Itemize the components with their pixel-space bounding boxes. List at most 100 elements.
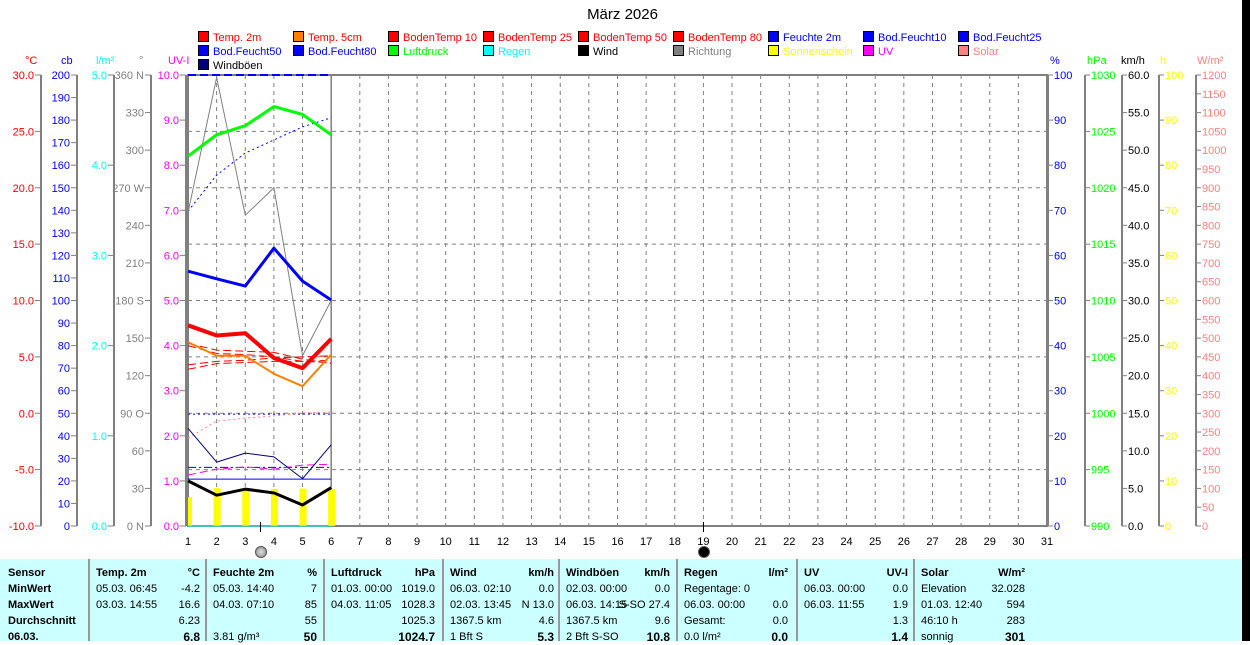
axis-tick-label: 30	[1054, 386, 1066, 398]
axis-tick-label: 1005	[1091, 352, 1115, 364]
x-tick-label: 3	[242, 536, 248, 548]
cell-value: 4.6	[538, 615, 554, 627]
bar-sonnenschein	[299, 488, 307, 526]
axis-tick-label: 2.0	[92, 341, 107, 353]
x-tick-label: 27	[926, 536, 938, 548]
axis-wind: km/h 60.0 55.0 50.0 45.0 40.0 35.0 30.0 25.0 20.0…	[1121, 55, 1149, 533]
axis-tick-label: 50	[1165, 296, 1177, 308]
x-tick-label: 11	[469, 536, 480, 548]
bar-sonnenschein	[242, 488, 250, 526]
axis-tick-label: 90	[58, 318, 70, 330]
axis-tick-label: 60	[1165, 250, 1177, 262]
legend-label: Windböen	[213, 60, 263, 72]
axis-tick-label: 800	[1202, 220, 1220, 232]
axis-tick-label: 650	[1202, 277, 1220, 289]
cell-value: 0.0	[654, 583, 670, 595]
x-tick-label: 23	[812, 536, 824, 548]
legend-label: BodenTemp 80	[688, 32, 762, 44]
cell-value: 9.6	[654, 615, 670, 627]
cell-value: 1.3	[892, 615, 908, 627]
axis-tick-label: 240	[126, 220, 144, 232]
axis-tick-label: 80	[1165, 160, 1177, 172]
axis-tick-label: 5.0	[92, 70, 107, 82]
legend-swatch-icon	[198, 31, 209, 42]
legend-label: Richtung	[688, 46, 732, 58]
axis-tick-label: 0.0	[19, 408, 34, 420]
axis-tick-label: 40	[1165, 341, 1177, 353]
axis-tick-label: 7.0	[164, 205, 179, 217]
row-label: Durchschnitt	[8, 615, 76, 627]
axis-tick-label: 0	[64, 521, 70, 533]
cell-value: 1.4	[891, 630, 908, 644]
axis-unit-label: h	[1160, 55, 1166, 67]
first-quarter-moon-icon	[254, 546, 267, 558]
cell-value: 6.8	[183, 630, 200, 644]
bar-sonnenschein	[188, 497, 192, 526]
cell-value: 85	[304, 599, 317, 611]
x-tick-label: 10	[440, 536, 452, 548]
axis-tick-label: 110	[52, 273, 70, 285]
axis-sun: h1009080706050403020100	[1158, 55, 1183, 533]
axis-tick-label: 360 N	[115, 70, 144, 82]
legend-label: Temp. 2m	[213, 32, 262, 44]
axis-tick-label: 20	[58, 476, 70, 488]
cell-value: 0.0	[538, 583, 554, 595]
axis-tick-label: 100	[1165, 70, 1183, 82]
cell-value: 594	[1006, 599, 1025, 611]
column-header: Solar	[921, 567, 949, 579]
legend-label: Wind	[593, 46, 619, 58]
legend-item: Luftdruck	[388, 45, 448, 58]
cell-value: 6.23	[178, 615, 200, 627]
axis-tick-label: 25.0	[1128, 333, 1149, 345]
legend-item: Windböen	[198, 59, 263, 72]
legend-item: Regen	[483, 45, 530, 58]
legend-item: BodenTemp 25	[483, 31, 572, 44]
axis-tick-label: 40	[1054, 341, 1066, 353]
axis-tick-label: 4.0	[164, 341, 179, 353]
legend-item: Wind	[578, 45, 618, 58]
axis-tick-label: 9.0	[164, 115, 179, 127]
axis-tick-label: 35.0	[1128, 258, 1149, 270]
axis-tick-label: 10	[58, 498, 70, 510]
cell-value	[718, 581, 788, 597]
x-tick-label: 25	[869, 536, 881, 548]
axis-tick-label: 300	[1202, 408, 1220, 420]
weather-chart: °C30.025.020.015.010.05.00.0-5.0-10.0cb2…	[9, 55, 1227, 548]
legend-swatch-icon	[578, 31, 589, 42]
legend-swatch-icon	[198, 45, 209, 56]
axis-tick-label: 10.0	[158, 70, 179, 82]
axis-tick-label: 180 S	[115, 296, 144, 308]
axis-tick-label: 0 N	[127, 521, 144, 533]
cell-value: 32.028	[991, 583, 1025, 595]
axis-tick-label: 1100	[1202, 108, 1226, 120]
column-unit: W/m²	[998, 567, 1025, 579]
axis-tick-label: 750	[1202, 239, 1220, 251]
x-tick-label: 17	[640, 536, 652, 548]
cell-value: 1.9	[892, 599, 908, 611]
table-column: Solar W/m² Elevation 32.028 01.03. 12:40 594 4…	[913, 559, 1032, 644]
x-tick-label: 16	[611, 536, 623, 548]
legend-item: Bod.Feucht10	[863, 31, 947, 44]
x-tick-label: 15	[583, 536, 595, 548]
chart-title: März 2026	[587, 6, 658, 23]
legend-label: Regen	[498, 46, 531, 58]
axis-tick-label: 150	[126, 333, 144, 345]
x-tick-label: 6	[328, 536, 334, 548]
axis-tick-label: 1050	[1202, 126, 1226, 138]
axis-tick-label: 0.0	[92, 521, 107, 533]
axis-tick-label: 900	[1202, 183, 1220, 195]
legend-label: Bod.Feucht50	[213, 46, 282, 58]
legend-label: BodenTemp 10	[403, 32, 477, 44]
axis-tick-label: 4.0	[92, 160, 107, 172]
axis-tick-label: 30.0	[13, 70, 34, 82]
axis-tick-label: 700	[1202, 258, 1220, 270]
axis-tick-label: 120	[52, 250, 70, 262]
column-header: UV	[804, 567, 820, 579]
axis-unit-label: °C	[25, 55, 37, 67]
column-header: Windböen	[566, 567, 620, 579]
legend-swatch-icon	[293, 45, 304, 56]
x-tick-label: 21	[755, 536, 767, 548]
axis-tick-label: 40.0	[1128, 220, 1149, 232]
legend-label: UV	[878, 46, 894, 58]
axis-tick-label: 20.0	[1128, 371, 1149, 383]
